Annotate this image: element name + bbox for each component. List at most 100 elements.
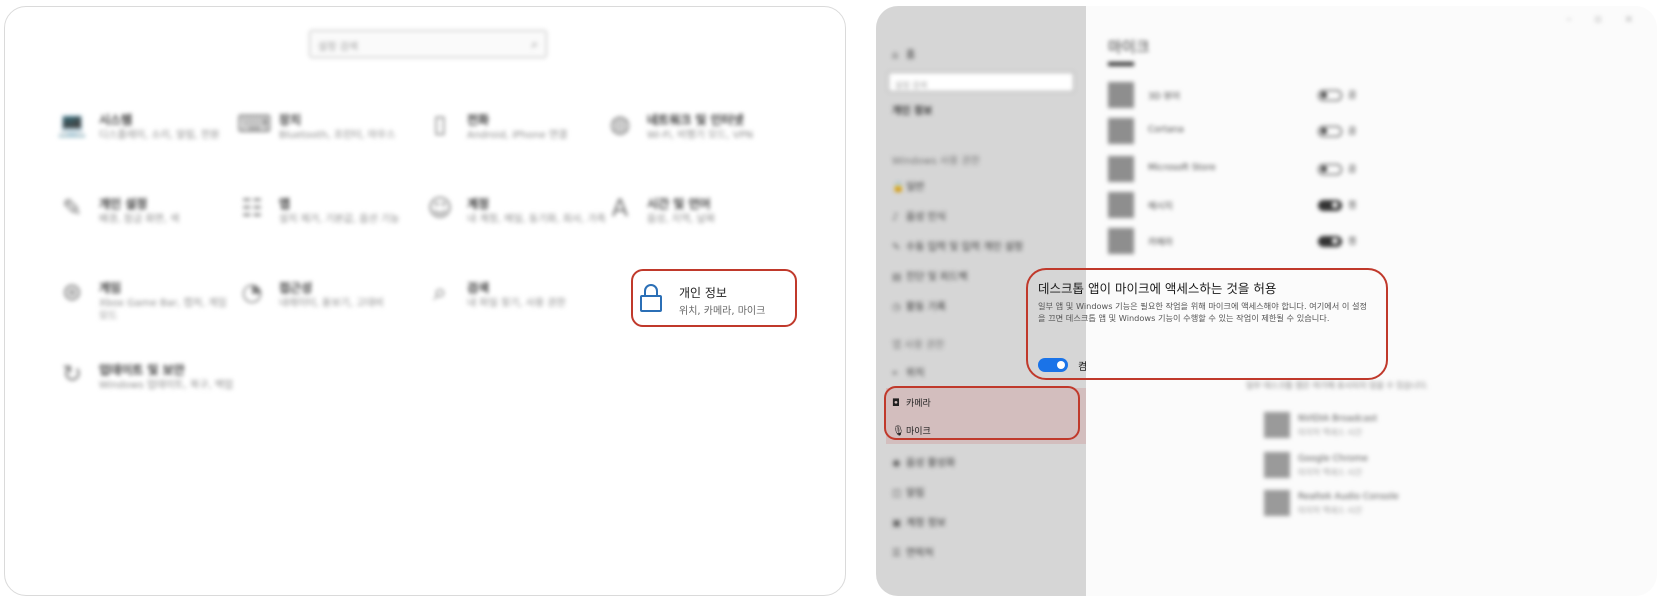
app-name: 메시지 (1148, 202, 1173, 212)
app-toggle[interactable] (1318, 200, 1342, 211)
tile-devices[interactable]: ⌨ 장치 Bluetooth, 프린터, 마우스 (237, 109, 417, 169)
app-icon (1264, 452, 1290, 478)
laptop-icon: 💻 (57, 110, 87, 138)
tile-personalization[interactable]: ✎ 개인 설정 배경, 잠금 화면, 색 (57, 193, 237, 253)
sidebar-item-general[interactable]: 🔒 일반 (892, 178, 924, 194)
app-name: 카메라 (1148, 238, 1173, 248)
sidebar-item-location[interactable]: ⌖ 위치 (892, 364, 924, 380)
title-underline (1108, 62, 1134, 66)
globe-icon: ◍ (609, 110, 631, 138)
app-name: Realtek Audio Console (1298, 492, 1399, 502)
sidebar-item-activity[interactable]: ◷ 활동 기록 (892, 298, 946, 314)
person-icon: ☺ (427, 194, 453, 222)
bell-icon: ◫ (892, 488, 902, 499)
tile-system[interactable]: 💻 시스템 디스플레이, 소리, 알림, 전원 (57, 109, 237, 169)
tile-title: 시간 및 언어 (647, 197, 711, 211)
tile-desc: 내 파일 찾기, 사용 권한 (467, 298, 566, 309)
app-toggle[interactable] (1318, 126, 1342, 137)
tile-time-language[interactable]: A 시간 및 언어 음성, 지역, 날짜 (605, 193, 785, 253)
app-icon (1108, 192, 1134, 218)
toggle-state: 끔 (1348, 127, 1357, 137)
tile-update-security[interactable]: ↻ 업데이트 및 보안 Windows 업데이트, 복구, 백업 (57, 359, 237, 419)
app-icon (1108, 82, 1134, 108)
gamepad-icon: ⊛ (61, 278, 83, 306)
settings-home-window: 설정 검색 ⌕ 💻 시스템 디스플레이, 소리, 알림, 전원 ⌨ 장치 Blu… (4, 6, 846, 596)
app-icon (1264, 412, 1290, 438)
sidebar-item-account-info[interactable]: ▣ 계정 정보 (892, 514, 946, 530)
tile-desc: 음성, 지역, 날짜 (647, 214, 715, 225)
sidebar-item-label: 진단 및 피드백 (906, 272, 968, 283)
tile-title: 장치 (279, 113, 302, 127)
tile-desc: 설치 제거, 기본값, 옵션 기능 (279, 214, 400, 225)
app-name: NVIDIA Broadcast (1298, 414, 1378, 424)
tile-desc: 내 계정, 메일, 동기화, 회사, 가족 (467, 214, 607, 225)
sidebar-item-speech[interactable]: ♪ 음성 인식 (892, 208, 946, 224)
sidebar-item-diagnostics[interactable]: ▤ 진단 및 피드백 (892, 268, 968, 284)
tile-desc: Bluetooth, 프린터, 마우스 (279, 130, 396, 141)
tile-title: 네트워크 및 인터넷 (647, 113, 744, 127)
sidebar-item-contacts[interactable]: ☰ 연락처 (892, 544, 934, 560)
tile-title: 개인 설정 (99, 197, 148, 211)
app-toggle[interactable] (1318, 164, 1342, 175)
sidebar-item-label: 계정 정보 (906, 518, 946, 529)
app-last-access: 마지막 액세스 시간 (1298, 428, 1362, 437)
lock-icon: 🔒 (892, 182, 905, 193)
tile-apps[interactable]: ☷ 앱 설치 제거, 기본값, 옵션 기능 (237, 193, 417, 253)
desktop-app-row: Google Chrome 마지막 액세스 시간 (1264, 452, 1564, 484)
update-icon: ↻ (61, 360, 83, 388)
sidebar-search-placeholder: 설정 검색 (895, 81, 927, 90)
tile-network[interactable]: ◍ 네트워크 및 인터넷 Wi-Fi, 비행기 모드, VPN (605, 109, 785, 169)
toggle-state: 끔 (1348, 91, 1357, 101)
tile-desc: Windows 업데이트, 복구, 백업 (99, 380, 234, 391)
app-row-cortana: Cortana 끔 (1108, 118, 1356, 144)
sidebar-home-label: 홈 (906, 50, 916, 61)
home-icon: ⌂ (892, 50, 899, 61)
app-toggle[interactable] (1318, 90, 1342, 101)
desktop-access-highlight-box (1026, 268, 1388, 380)
search-icon: ⌕ (531, 37, 538, 51)
app-toggle[interactable] (1318, 236, 1342, 247)
tile-title: 접근성 (279, 281, 313, 295)
sidebar-item-home[interactable]: ⌂ 홈 (892, 46, 915, 62)
tile-title: 업데이트 및 보안 (99, 363, 185, 377)
sidebar-item-label: 일반 (906, 182, 925, 193)
app-icon (1108, 118, 1134, 144)
brush-icon: ✎ (61, 194, 83, 222)
app-row-store: Microsoft Store 끔 (1108, 156, 1356, 182)
phone-icon: ▯ (433, 110, 447, 138)
window-controls[interactable]: – ▫ × (1566, 14, 1643, 25)
tile-desc: Wi-Fi, 비행기 모드, VPN (647, 130, 754, 141)
accessibility-icon: ◔ (241, 278, 263, 306)
tile-gaming[interactable]: ⊛ 게임 Xbox Game Bar, 캡처, 게임 모드 (57, 277, 237, 337)
sidebar-item-label: 음성 활성화 (906, 458, 956, 469)
tile-title: 게임 (99, 281, 122, 295)
tile-phone[interactable]: ▯ 전화 Android, iPhone 연결 (425, 109, 605, 169)
sidebar-item-voice-activation[interactable]: ◉ 음성 활성화 (892, 454, 955, 470)
sidebar-item-label: 수동 입력 및 입력 개인 설정 (906, 242, 1024, 253)
sidebar-item-inking[interactable]: ✎ 수동 입력 및 입력 개인 설정 (892, 238, 1023, 254)
contacts-icon: ☰ (892, 548, 901, 559)
sidebar-header-app-permissions: 앱 사용 권한 (892, 340, 945, 351)
desktop-app-row: Realtek Audio Console 마지막 액세스 시간 (1264, 490, 1564, 522)
desktop-apps-note: 일부 데스크톱 앱은 여기에 표시되지 않을 수 있습니다. (1246, 381, 1429, 390)
microphone-content: 마이크 3D 뷰어 끔 Cortana 끔 Microsoft Store 끔 (1026, 6, 1657, 596)
sidebar-item-label: 음성 인식 (906, 212, 946, 223)
sidebar-item-label: 연락처 (906, 548, 934, 559)
microphone-settings-window: ⌂ 홈 설정 검색 개인 정보 Windows 사용 권한 🔒 일반 ♪ 음성 인식 … (876, 6, 1657, 596)
toggle-state: 켬 (1348, 201, 1357, 211)
sidebar-section-privacy: 개인 정보 (892, 106, 933, 117)
app-row-3d-viewer: 3D 뷰어 끔 (1108, 82, 1356, 108)
tile-desc: 내레이터, 돋보기, 고대비 (279, 298, 384, 309)
tile-accessibility[interactable]: ◔ 접근성 내레이터, 돋보기, 고대비 (237, 277, 417, 337)
sidebar-highlight-box (884, 386, 1080, 440)
tile-accounts[interactable]: ☺ 계정 내 계정, 메일, 동기화, 회사, 가족 (425, 193, 607, 253)
desktop-app-row: NVIDIA Broadcast 마지막 액세스 시간 (1264, 412, 1564, 444)
settings-search-input[interactable]: 설정 검색 ⌕ (309, 30, 547, 58)
tile-title: 앱 (279, 197, 291, 211)
sidebar-item-label: 활동 기록 (906, 302, 946, 313)
tile-search[interactable]: ⌕ 검색 내 파일 찾기, 사용 권한 (425, 277, 605, 337)
tile-title: 전화 (467, 113, 490, 127)
tile-title: 시스템 (99, 113, 133, 127)
sidebar-search-input[interactable]: 설정 검색 (888, 72, 1074, 92)
sidebar-item-notifications[interactable]: ◫ 알림 (892, 484, 924, 500)
